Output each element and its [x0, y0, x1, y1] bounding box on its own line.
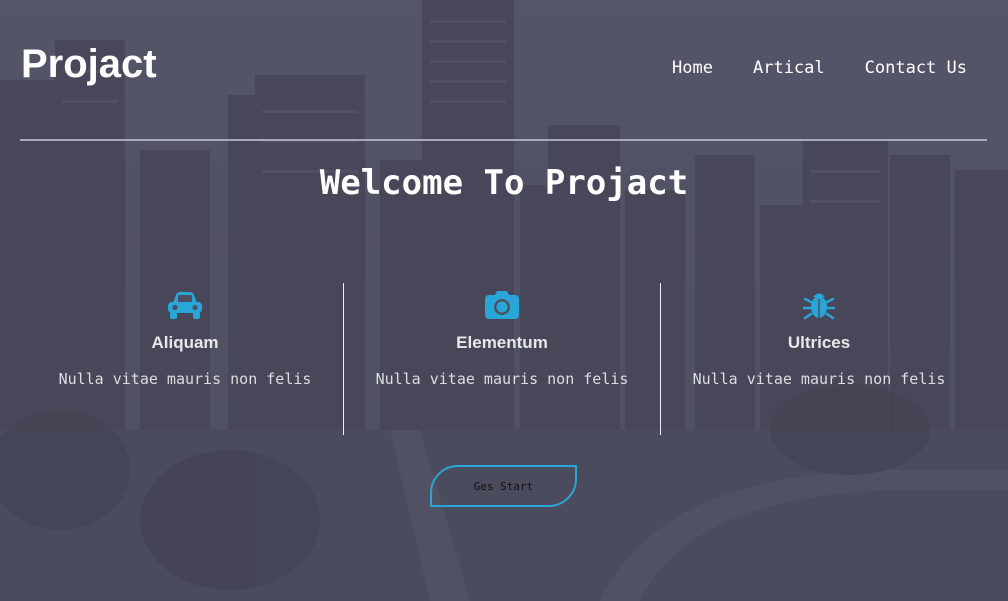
bug-icon [661, 284, 977, 320]
car-icon [27, 284, 343, 320]
feature-card-elementum: Elementum Nulla vitae mauris non felis [343, 283, 660, 435]
main-nav: Home Artical Contact Us [672, 58, 967, 78]
features-row: Aliquam Nulla vitae mauris non felis Ele… [27, 283, 977, 435]
get-started-button[interactable]: Ges Start [430, 465, 577, 507]
nav-item-home[interactable]: Home [672, 58, 713, 78]
feature-title: Elementum [456, 333, 548, 352]
nav-item-artical[interactable]: Artical [753, 58, 825, 78]
feature-card-ultrices: Ultrices Nulla vitae mauris non felis [660, 283, 977, 435]
camera-icon [344, 284, 660, 320]
site-logo[interactable]: Projact [21, 42, 157, 87]
feature-title: Aliquam [151, 333, 219, 352]
nav-item-contact-us[interactable]: Contact Us [865, 58, 967, 78]
feature-description: Nulla vitae mauris non felis [375, 370, 629, 388]
feature-card-aliquam: Aliquam Nulla vitae mauris non felis [27, 283, 343, 435]
feature-title: Ultrices [787, 333, 851, 352]
feature-description: Nulla vitae mauris non felis [692, 370, 946, 388]
hero-title: Welcome To Projact [319, 163, 689, 203]
feature-description: Nulla vitae mauris non felis [58, 370, 312, 388]
header-divider [20, 139, 987, 141]
